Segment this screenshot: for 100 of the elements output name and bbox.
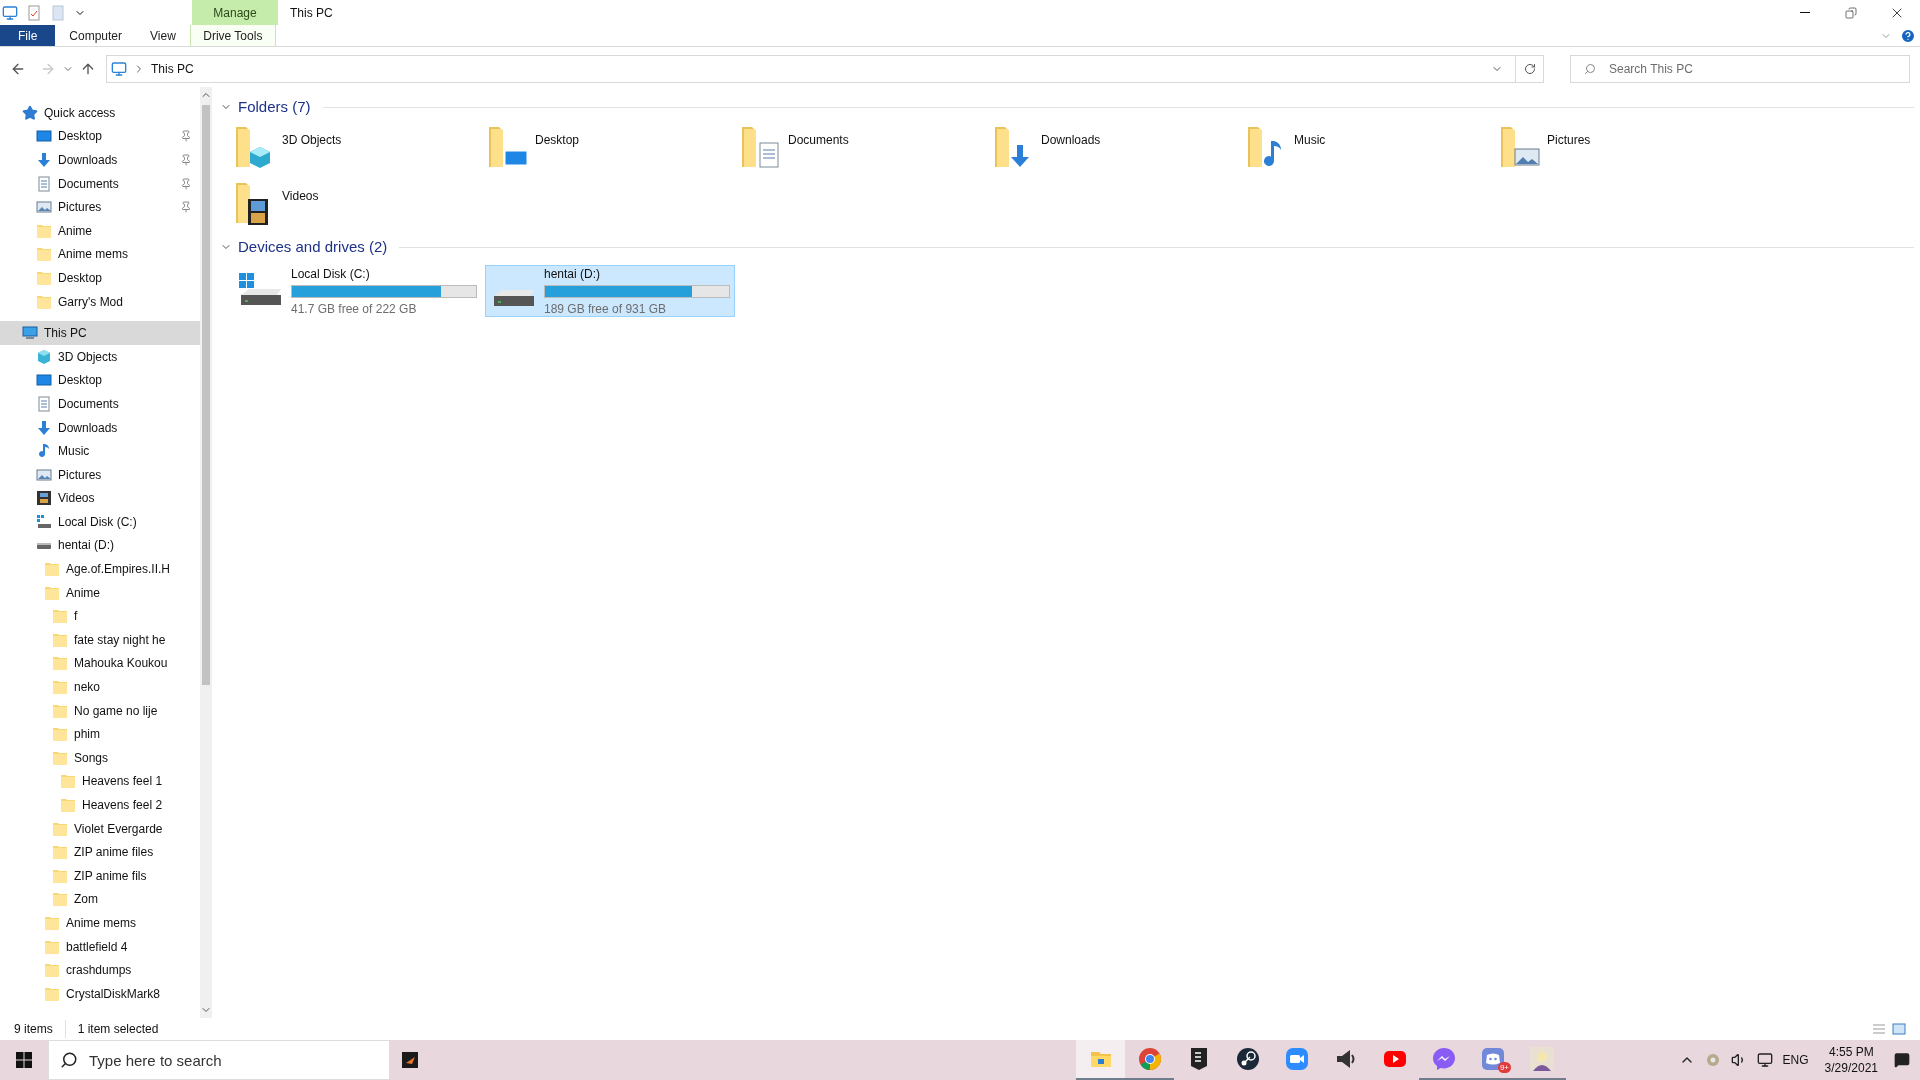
folder-icon	[60, 773, 76, 790]
folder-tile[interactable]: Downloads	[991, 119, 1244, 175]
computer-icon[interactable]	[2, 4, 18, 21]
tree-item[interactable]: Pictures	[0, 462, 200, 487]
tree-label: Desktop	[58, 269, 103, 287]
tree-item[interactable]: Anime	[0, 218, 200, 243]
tree-label: Downloads	[58, 419, 118, 437]
folder-tile[interactable]: Videos	[232, 175, 485, 231]
tree-item[interactable]: Desktop	[0, 368, 200, 393]
tree-item[interactable]: Desktop	[0, 266, 200, 290]
tree-item[interactable]: Zom	[0, 887, 200, 912]
taskbar-button[interactable]	[402, 1052, 418, 1068]
details-view-icon[interactable]	[1872, 1023, 1886, 1035]
desktop-icon	[36, 372, 52, 389]
tree-item[interactable]: This PC	[0, 321, 200, 345]
folder-tile[interactable]: Documents	[738, 119, 991, 175]
film-icon	[36, 490, 52, 507]
taskbar-button[interactable]: 9+	[1468, 1040, 1517, 1080]
cube-icon	[36, 348, 52, 365]
tree-item[interactable]: crashdumps	[0, 958, 200, 982]
folder-icon	[36, 269, 52, 286]
tree-item[interactable]: Garry's Mod	[0, 289, 200, 314]
tree-item[interactable]: ZIP anime fils	[0, 864, 200, 888]
tree-item[interactable]: Anime mems	[0, 242, 200, 267]
folder-name: Videos	[282, 188, 319, 205]
folder-name: Music	[1294, 132, 1326, 149]
tree-item[interactable]: Documents	[0, 171, 200, 196]
tree-item[interactable]: Pictures	[0, 195, 200, 219]
checklist-icon[interactable]	[26, 4, 42, 21]
search-field[interactable]: Search This PC	[1570, 55, 1910, 83]
tree-item[interactable]: Quick access	[0, 101, 200, 125]
tree-label: Desktop	[58, 128, 103, 146]
notifications-icon[interactable]	[1894, 1052, 1910, 1068]
tree-label: Age.of.Empires.II.H	[66, 561, 171, 579]
free-space-text: 41.7 GB free of 222 GB	[291, 300, 418, 318]
tree-item[interactable]: hentai (D:)	[0, 533, 200, 558]
tree-item[interactable]: ZIP anime files	[0, 840, 200, 864]
folder-icon	[52, 631, 68, 648]
folder-tile[interactable]: Music	[1244, 119, 1497, 175]
tree-item[interactable]: battlefield 4	[0, 934, 200, 959]
tree-label: Anime	[66, 584, 100, 602]
taskbar-search-field[interactable]: Type here to search	[48, 1040, 390, 1080]
tree-label: Quick access	[44, 104, 116, 122]
tree-item[interactable]: Mahouka Koukou	[0, 651, 200, 676]
group-header[interactable]: Folders (7)	[238, 95, 311, 119]
ribbon-tab[interactable]: View	[136, 25, 190, 46]
tree-item[interactable]: Heavens feel 2	[0, 793, 200, 817]
avatar-icon	[1529, 1047, 1554, 1071]
tree-item[interactable]: Documents	[0, 392, 200, 416]
tree-item[interactable]: Age.of.Empires.II.H	[0, 557, 200, 581]
tree-item[interactable]: 3D Objects	[0, 344, 200, 369]
address-field[interactable]: This PC	[106, 55, 1516, 83]
ribbon-tab[interactable]: Computer	[55, 25, 137, 46]
tree-item[interactable]: Music	[0, 439, 200, 463]
group-header[interactable]: Devices and drives (2)	[238, 235, 388, 259]
folder-name: Pictures	[1547, 132, 1591, 149]
tree-item[interactable]: Violet Evergarde	[0, 816, 200, 841]
contextual-ribbon-tab[interactable]: Drive Tools	[189, 25, 276, 46]
document-icon	[36, 175, 52, 192]
tree-item[interactable]: Heavens feel 1	[0, 769, 200, 794]
tree-item[interactable]: No game no lije	[0, 698, 200, 723]
network-icon[interactable]	[1756, 1052, 1773, 1068]
tree-item[interactable]: phim	[0, 722, 200, 747]
refresh-button[interactable]	[1516, 55, 1544, 83]
notification-badge: 9+	[1497, 1062, 1511, 1073]
tree-item[interactable]: f	[0, 604, 200, 629]
tree-item[interactable]: Downloads	[0, 148, 200, 172]
up-button[interactable]	[80, 61, 96, 77]
tree-item[interactable]: Videos	[0, 486, 200, 511]
tree-item[interactable]: Downloads	[0, 415, 200, 440]
tree-item[interactable]: Anime mems	[0, 911, 200, 935]
scrollbar[interactable]	[200, 87, 212, 1018]
clock[interactable]: 4:55 PM 3/29/2021	[1818, 1044, 1884, 1076]
folder-tile[interactable]: 3D Objects	[232, 119, 485, 175]
tree-item[interactable]: Desktop	[0, 124, 200, 149]
time-text: 4:55 PM	[1828, 1044, 1874, 1060]
tree-item[interactable]: neko	[0, 675, 200, 699]
search-icon	[1584, 63, 1596, 75]
search-icon	[60, 1051, 78, 1069]
language-indicator[interactable]: ENG	[1782, 1051, 1809, 1069]
drive-tile[interactable]: Local Disk (C:) 41.7 GB free of 222 GB	[232, 265, 482, 317]
folder-tile[interactable]: Pictures	[1497, 119, 1750, 175]
drive-tile[interactable]: hentai (D:) 189 GB free of 931 GB	[485, 265, 735, 317]
folder-tile[interactable]: Desktop	[485, 119, 738, 175]
tree-item[interactable]: Anime	[0, 580, 200, 605]
back-button[interactable]	[10, 61, 26, 77]
tree-item[interactable]: Local Disk (C:)	[0, 510, 200, 534]
help-icon[interactable]	[1900, 27, 1916, 44]
folder-icon	[44, 985, 60, 1002]
contextual-group-label: Manage	[192, 0, 278, 25]
tree-item[interactable]: CrystalDiskMark8	[0, 981, 200, 1006]
tree-item[interactable]: fate stay night he	[0, 628, 200, 652]
item-count: 9 items	[14, 1021, 53, 1038]
folder-icon	[44, 962, 60, 979]
video-camera-icon	[1284, 1047, 1309, 1071]
folder-icon	[36, 293, 52, 310]
tree-label: hentai (D:)	[58, 537, 115, 555]
file-tab[interactable]: File	[0, 25, 56, 46]
tree-item[interactable]: Songs	[0, 746, 200, 770]
large-icons-view-icon[interactable]	[1892, 1023, 1906, 1035]
